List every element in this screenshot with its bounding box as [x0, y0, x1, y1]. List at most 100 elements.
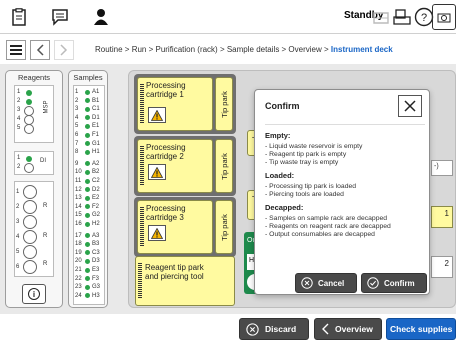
sample-number: 14 [75, 203, 82, 210]
reagent-number: 6 [16, 264, 20, 270]
clipboard-icon[interactable] [6, 4, 32, 30]
reagent-empty-slot[interactable] [23, 200, 37, 214]
reagent-tip-park[interactable]: Reagent tip park and piercing tool [135, 256, 235, 306]
samples-title: Samples [73, 73, 103, 82]
barcode [138, 263, 142, 299]
cancel-icon [301, 277, 313, 289]
sample-position: G3 [92, 284, 101, 291]
breadcrumb-path[interactable]: Routine > Run > Purification (rack) > Sa… [95, 45, 331, 54]
reagent-empty-slot[interactable] [23, 260, 37, 274]
reagents-panel: Reagents 1 2 3 4 5 MSP 1 2 DI 1 2 3 4 5 … [5, 70, 63, 308]
check-icon [367, 277, 379, 289]
reagent-empty-slot[interactable] [23, 215, 37, 229]
reagent-number: 4 [16, 234, 20, 240]
sample-status-dot[interactable] [85, 169, 90, 175]
tip-park-3[interactable]: Tip park [215, 200, 233, 254]
overview-button[interactable]: Overview [314, 318, 382, 340]
sample-number: 8 [75, 149, 79, 156]
sample-number: 12 [75, 186, 82, 193]
partial-slot[interactable]: 2 [431, 256, 453, 278]
confirm-button[interactable]: Confirm [361, 273, 427, 293]
discard-button[interactable]: Discard [239, 318, 309, 340]
sample-number: 7 [75, 140, 79, 147]
tip-park-1[interactable]: Tip park [215, 77, 233, 131]
sample-status-dot[interactable] [85, 258, 90, 264]
reagent-status-dot [26, 90, 32, 96]
check-supplies-label: Check supplies [390, 324, 453, 334]
sample-position: F1 [92, 132, 100, 138]
sample-status-dot[interactable] [85, 212, 90, 218]
reagent-empty-slot[interactable] [23, 230, 37, 244]
sample-status-dot[interactable] [85, 241, 90, 247]
reagent-empty-slot[interactable] [23, 185, 37, 199]
sample-status-dot[interactable] [85, 106, 90, 112]
samples-panel: Samples 1 A1 2 B1 3 C1 4 D1 5 E1 6 F1 7 G1 8 H1 9 A2 10 B2 1… [68, 70, 108, 308]
sample-position: F3 [92, 275, 100, 282]
sample-position: E2 [92, 195, 100, 202]
forward-button[interactable] [54, 40, 74, 60]
breadcrumb-bar: Routine > Run > Purification (rack) > Sa… [0, 38, 456, 62]
sample-number: 6 [75, 132, 79, 138]
cartridge-label: cartridge 3 [146, 213, 184, 222]
cartridge-label: Processing [146, 143, 186, 152]
reagent-number: 3 [16, 219, 20, 225]
confirm-label: Confirm [384, 278, 415, 288]
sample-number: 3 [75, 106, 79, 113]
reagent-empty-slot[interactable] [24, 124, 34, 134]
breadcrumb-current: Instrument deck [330, 45, 393, 54]
back-button[interactable] [30, 40, 50, 60]
close-button[interactable] [398, 95, 422, 117]
sample-position: D2 [92, 186, 100, 193]
section-heading: Empty: [265, 131, 291, 140]
sample-position: H2 [92, 221, 100, 227]
sample-position: A2 [92, 160, 100, 167]
processing-cartridge-1[interactable]: Processing cartridge 1 [137, 77, 213, 131]
sample-number: 4 [75, 114, 79, 121]
processing-cartridge-2[interactable]: Processing cartridge 2 [137, 139, 213, 193]
top-toolbar: Standby ? [0, 0, 456, 34]
sample-status-dot[interactable] [85, 89, 90, 95]
reagent-empty-slot[interactable] [24, 163, 34, 173]
partial-slot[interactable]: 1 [431, 206, 453, 228]
sample-status-dot[interactable] [85, 178, 90, 184]
sample-status-dot[interactable] [85, 195, 90, 201]
cartridge-label: cartridge 1 [146, 90, 184, 99]
reagent-number: 1 [17, 89, 21, 95]
sample-status-dot[interactable] [85, 132, 90, 138]
sample-position: B2 [92, 169, 100, 176]
sample-number: 23 [75, 284, 82, 291]
sample-number: 20 [75, 258, 82, 265]
sample-status-dot[interactable] [85, 267, 90, 273]
processing-cartridge-3[interactable]: Processing cartridge 3 [137, 200, 213, 254]
check-supplies-button[interactable]: Check supplies [386, 318, 456, 340]
reagent-empty-slot[interactable] [23, 245, 37, 259]
reagent-tip-park-label: Reagent tip park [145, 263, 204, 272]
sample-position: A1 [92, 89, 100, 95]
sample-number: 19 [75, 249, 82, 256]
section-heading: Decapped: [265, 203, 304, 212]
sample-status-dot[interactable] [85, 123, 90, 129]
sample-status-dot[interactable] [85, 221, 90, 227]
sample-number: 15 [75, 212, 82, 219]
sample-position: B1 [92, 97, 100, 104]
sample-position: H3 [92, 292, 100, 299]
tip-park-2[interactable]: Tip park [215, 139, 233, 193]
sample-number: 1 [75, 89, 79, 95]
menu-button[interactable] [6, 40, 26, 60]
sample-position: G1 [92, 140, 101, 147]
sample-status-dot[interactable] [85, 149, 90, 155]
warning-icon [148, 225, 166, 241]
message-icon[interactable] [47, 4, 73, 30]
user-icon[interactable] [88, 4, 114, 30]
section-item: - Piercing tools are loaded [265, 191, 344, 198]
r-label: R [43, 261, 48, 267]
sample-number: 13 [75, 195, 82, 202]
sample-status-dot[interactable] [85, 284, 90, 290]
sample-position: G2 [92, 212, 101, 219]
sample-number: 22 [75, 275, 82, 282]
cancel-button[interactable]: Cancel [295, 273, 357, 293]
info-button[interactable]: i [22, 284, 46, 304]
camera-icon[interactable] [432, 4, 456, 30]
msp-label: MSP [43, 100, 50, 114]
svg-text:?: ? [421, 12, 427, 24]
